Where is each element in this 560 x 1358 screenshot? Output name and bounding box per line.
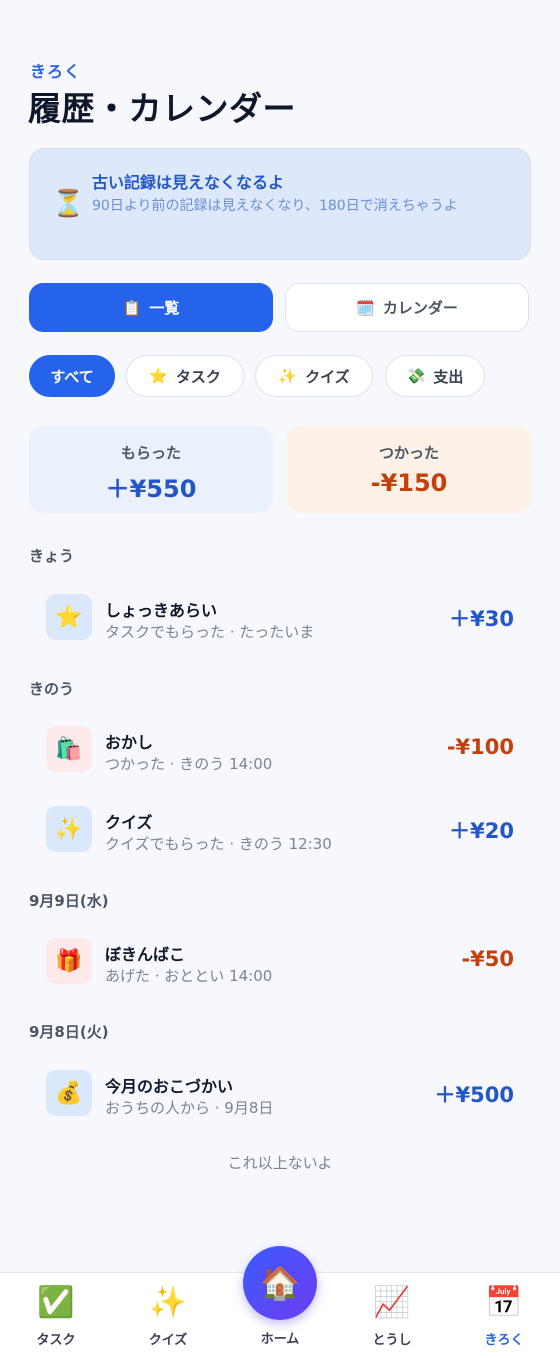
gift-icon: 🎁 (46, 938, 92, 984)
filter-tasks-label: タスク (175, 367, 221, 386)
tab-tasks-label: タスク (36, 1333, 76, 1348)
shopping-bag-icon: 🛍️ (46, 726, 92, 772)
filter-expense-label: 支出 (433, 367, 464, 386)
expense-amount: -¥150 (370, 469, 448, 497)
tab-home-label: ホーム (260, 1332, 300, 1347)
entry-amount: ＋¥20 (449, 819, 514, 843)
tab-records[interactable]: 📅 きろく (448, 1283, 560, 1348)
entry-title: ぼきんばこ (105, 945, 186, 964)
tab-home-button[interactable]: 🏠 (243, 1246, 317, 1320)
filter-tasks[interactable]: ⭐ タスク (126, 355, 244, 397)
income-summary-card: もらった ＋¥550 (29, 426, 273, 513)
group-label-date: 9月9日(水) (29, 892, 109, 910)
group-label-today: きょう (29, 547, 75, 565)
filter-quiz-label: クイズ (305, 367, 350, 386)
list-view-button[interactable]: 📋 一覧 (29, 283, 273, 332)
list-item[interactable]: ⭐ しょっきあらい タスクでもらった · たったいま ＋¥30 (29, 585, 531, 649)
notice-title: 古い記録は見えなくなるよ (92, 173, 285, 192)
entry-title: おかし (105, 733, 154, 752)
tab-records-label: きろく (484, 1333, 524, 1348)
clipboard-icon: 📋 (122, 298, 142, 317)
tab-quiz[interactable]: ✨ クイズ (112, 1283, 224, 1348)
retention-notice: ⏳ 古い記録は見えなくなるよ 90日より前の記録は見えなくなり、180日で消えち… (29, 148, 531, 260)
entry-title: 今月のおこづかい (105, 1077, 234, 1096)
star-icon: ⭐ (149, 367, 168, 385)
filter-all-label: すべて (50, 367, 94, 386)
group-label-date: 9月8日(火) (29, 1023, 109, 1041)
calendar-view-button[interactable]: 🗓️ カレンダー (285, 283, 529, 332)
income-label: もらった (120, 444, 181, 462)
tab-invest-label: とうし (372, 1333, 412, 1348)
notice-body: 90日より前の記録は見えなくなり、180日で消えちゃうよ (92, 198, 458, 214)
money-bag-icon: 💰 (46, 1070, 92, 1116)
entry-subtitle: つかった · きのう 14:00 (105, 755, 273, 773)
filter-quiz[interactable]: ✨ クイズ (255, 355, 373, 397)
list-item[interactable]: 🛍️ おかし つかった · きのう 14:00 -¥100 (29, 717, 531, 781)
hourglass-icon: ⏳ (52, 189, 85, 219)
entry-amount: -¥100 (446, 735, 514, 759)
entry-amount: -¥50 (461, 947, 514, 971)
entry-amount: ＋¥30 (449, 607, 514, 631)
entry-amount: ＋¥500 (434, 1083, 514, 1107)
list-view-label: 一覧 (149, 299, 180, 317)
chart-up-icon: 📈 (373, 1285, 411, 1320)
calendar-icon: 🗓️ (356, 298, 375, 317)
filter-all[interactable]: すべて (29, 355, 115, 397)
house-icon: 🏠 (260, 1264, 300, 1302)
history-calendar-screen: きろく 履歴・カレンダー ⏳ 古い記録は見えなくなるよ 90日より前の記録は見え… (0, 0, 560, 1358)
end-of-list-note: これ以上ないよ (227, 1154, 333, 1172)
page-kicker: きろく (30, 62, 82, 81)
entry-subtitle: あげた · おととい 14:00 (105, 967, 273, 985)
money-icon: 💸 (406, 367, 426, 385)
list-item[interactable]: 💰 今月のおこづかい おうちの人から · 9月8日 ＋¥500 (29, 1061, 531, 1125)
tab-tasks[interactable]: ✅ タスク (0, 1283, 112, 1348)
income-amount: ＋¥550 (105, 475, 197, 503)
expense-label: つかった (378, 444, 439, 462)
sparkles-icon: ✨ (278, 367, 298, 385)
check-icon: ✅ (37, 1285, 75, 1320)
entry-subtitle: タスクでもらった · たったいま (105, 623, 315, 641)
entry-title: クイズ (105, 813, 153, 832)
sparkles-icon: ✨ (46, 806, 92, 852)
sparkles-icon: ✨ (149, 1285, 187, 1320)
star-icon: ⭐ (46, 594, 92, 640)
entry-subtitle: おうちの人から · 9月8日 (105, 1099, 274, 1117)
tab-quiz-label: クイズ (148, 1333, 188, 1348)
calendar-icon: 📅 (485, 1285, 523, 1320)
page-title: 履歴・カレンダー (28, 89, 296, 128)
list-item[interactable]: 🎁 ぼきんばこ あげた · おととい 14:00 -¥50 (29, 929, 531, 993)
entry-title: しょっきあらい (105, 601, 218, 620)
calendar-view-label: カレンダー (382, 299, 458, 317)
view-toggle: 📋 一覧 🗓️ カレンダー (29, 283, 531, 333)
group-label-yesterday: きのう (29, 680, 75, 698)
entry-subtitle: クイズでもらった · きのう 12:30 (105, 835, 332, 853)
list-item[interactable]: ✨ クイズ クイズでもらった · きのう 12:30 ＋¥20 (29, 797, 531, 861)
tab-invest[interactable]: 📈 とうし (336, 1283, 448, 1348)
filter-expense[interactable]: 💸 支出 (385, 355, 485, 397)
expense-summary-card: つかった -¥150 (287, 426, 531, 513)
